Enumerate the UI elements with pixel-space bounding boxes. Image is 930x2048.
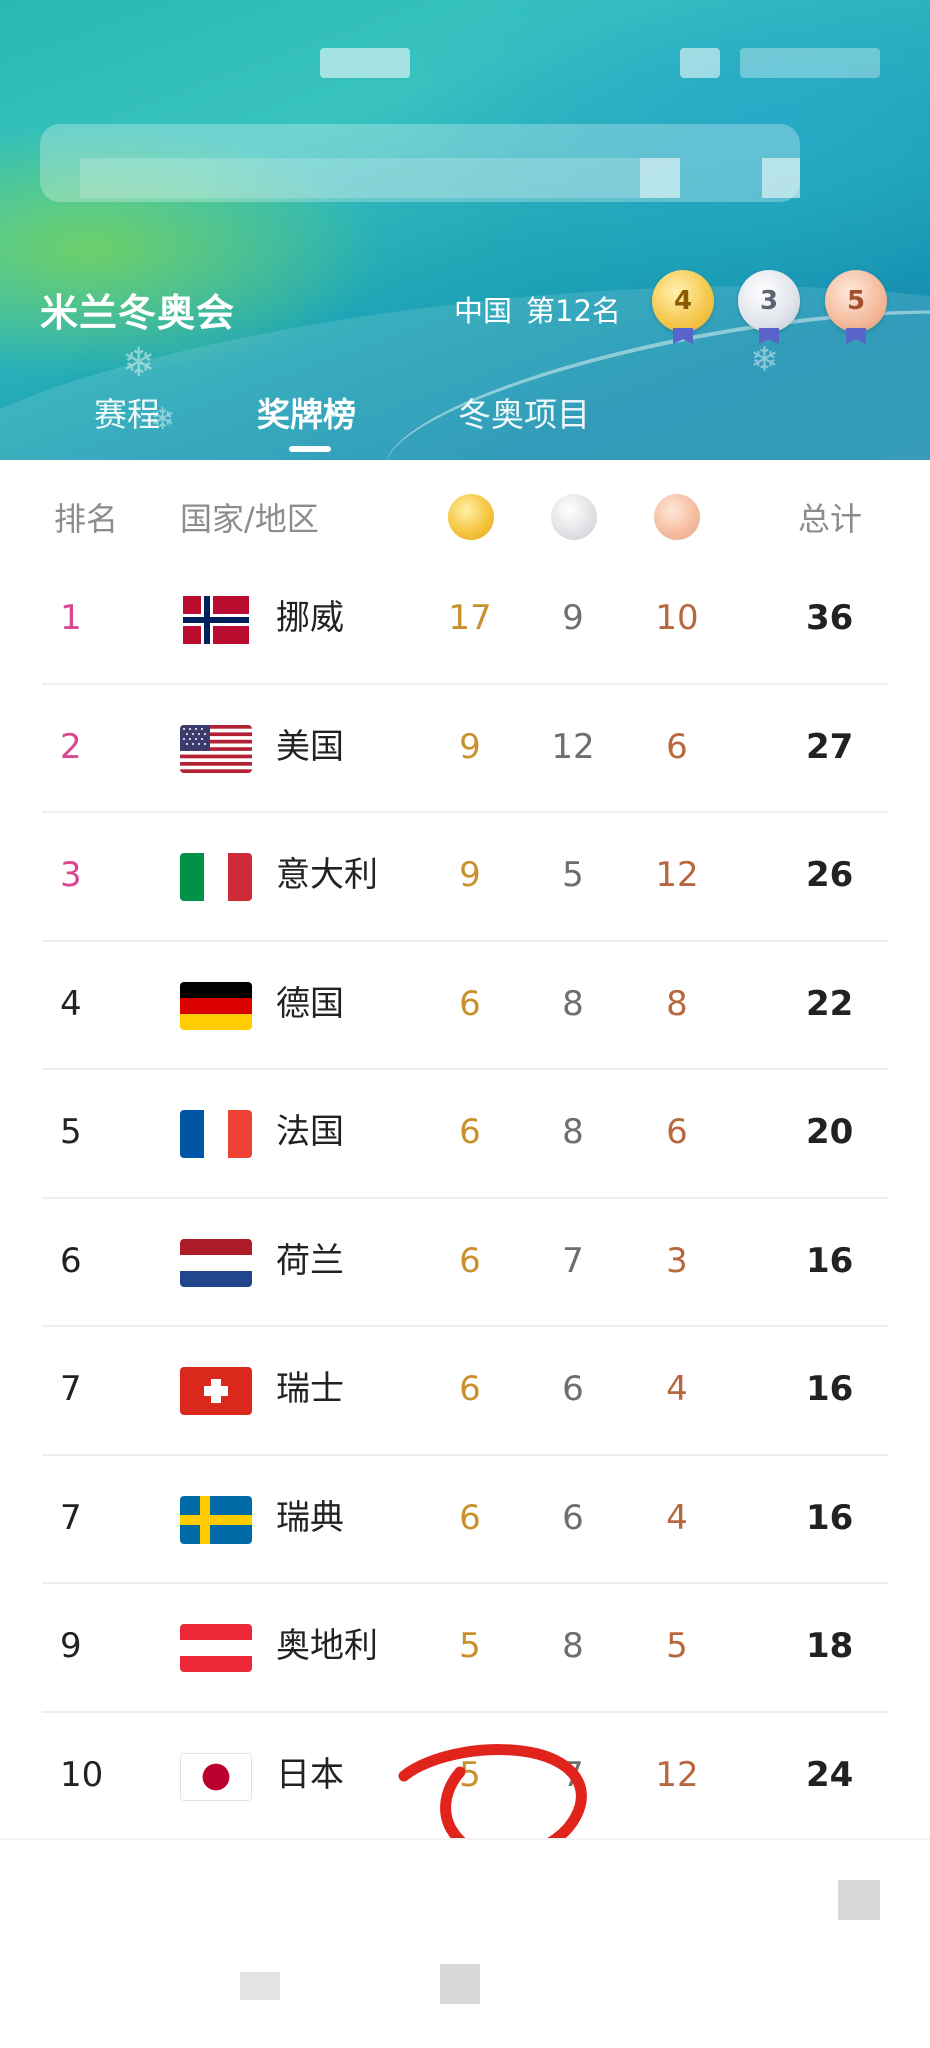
column-total: 总计 [798, 500, 863, 538]
sweden-flag-icon [180, 1495, 252, 1544]
total-count: 27 [806, 726, 854, 767]
country-name: 瑞士 [276, 1369, 344, 1409]
country-name: 法国 [276, 1112, 344, 1152]
table-row[interactable]: 5 法国 6 8 6 20 [0, 1070, 930, 1199]
rank-cell: 2 [60, 726, 82, 767]
gold-medal-icon [448, 494, 494, 540]
column-country: 国家/地区 [180, 500, 319, 538]
blurred-nav-icon[interactable] [440, 1964, 480, 2004]
country-rank: 第12名 [526, 294, 621, 328]
china-rank-summary[interactable]: 中国 第12名 [454, 288, 621, 330]
table-header: 排名 国家/地区 总计 [0, 480, 930, 550]
search-bar-blur [80, 158, 640, 198]
total-count: 24 [806, 1754, 854, 1795]
country-name: 意大利 [276, 855, 378, 895]
silver-medal-badge[interactable]: 3 [738, 270, 800, 332]
tab-bar: 赛程 奖牌榜 冬奥项目 [0, 388, 930, 448]
table-row[interactable]: 7 瑞典 6 6 4 16 [0, 1456, 930, 1585]
gold-count: 4 [673, 286, 693, 316]
bronze-medal-badge[interactable]: 5 [825, 270, 887, 332]
country-name: 奥地利 [276, 1626, 378, 1666]
rank-cell: 5 [60, 1112, 82, 1152]
country-name: 荷兰 [276, 1240, 344, 1281]
medal-table: 1 挪威 17 9 10 36 2 美国 9 12 6 27 3 意大利 9 5… [0, 556, 930, 1841]
country-name: 德国 [276, 983, 344, 1024]
silver-count: 3 [759, 286, 779, 316]
tab-schedule[interactable]: 赛程 [94, 388, 160, 436]
country-name: 瑞典 [276, 1497, 344, 1538]
total-count: 18 [806, 1626, 854, 1666]
search-bar-blur [640, 158, 680, 198]
search-bar-blur [762, 158, 800, 198]
total-count: 26 [806, 855, 854, 895]
table-row[interactable]: 9 奥地利 5 8 5 18 [0, 1584, 930, 1713]
total-count: 36 [806, 598, 854, 638]
country-name: 日本 [276, 1754, 344, 1795]
snowflake-icon: ❄ [750, 340, 779, 380]
gold-medal-badge[interactable]: 4 [652, 270, 714, 332]
italy-flag-icon [180, 853, 252, 901]
rank-cell: 1 [60, 598, 82, 638]
austria-flag-icon [180, 1624, 252, 1672]
country-name: 美国 [276, 726, 344, 767]
rank-cell: 7 [60, 1369, 82, 1409]
table-row[interactable]: 3 意大利 9 5 12 26 [0, 813, 930, 942]
france-flag-icon [180, 1110, 252, 1158]
bronze-medal-icon [654, 494, 700, 540]
page-title: 米兰冬奥会 [40, 291, 236, 335]
country-name: 挪威 [276, 598, 344, 638]
total-count: 22 [806, 983, 854, 1024]
table-row[interactable]: 10 日本 5 7 12 24 [0, 1713, 930, 1842]
table-row[interactable]: 4 德国 6 8 8 22 [0, 942, 930, 1071]
japan-flag-icon [180, 1752, 252, 1801]
total-count: 20 [806, 1112, 854, 1152]
bottom-navigation [0, 1838, 930, 2048]
rank-cell: 3 [60, 855, 82, 895]
rank-cell: 10 [60, 1754, 104, 1795]
status-bar-blur [680, 48, 720, 78]
rank-cell: 7 [60, 1497, 82, 1538]
total-count: 16 [806, 1240, 854, 1281]
switzerland-flag-icon [180, 1367, 252, 1415]
table-row[interactable]: 6 荷兰 6 7 3 16 [0, 1199, 930, 1328]
status-bar-blur [320, 48, 410, 78]
blurred-nav-icon[interactable] [240, 1972, 280, 2000]
header-banner: ❄ ❄ ❄ 米兰冬奥会 中国 第12名 4 3 5 赛程 奖牌榜 冬奥项目 [0, 0, 930, 460]
tab-medal-table[interactable]: 奖牌榜 [257, 388, 356, 436]
rank-cell: 9 [60, 1626, 82, 1666]
active-tab-indicator [289, 446, 331, 452]
status-bar-blur [740, 48, 880, 78]
table-row[interactable]: 1 挪威 17 9 10 36 [0, 556, 930, 685]
germany-flag-icon [180, 981, 252, 1030]
silver-medal-icon [551, 494, 597, 540]
rank-cell: 4 [60, 983, 82, 1024]
column-rank: 排名 [54, 500, 119, 538]
bronze-count: 5 [846, 286, 866, 316]
rank-cell: 6 [60, 1240, 82, 1281]
total-count: 16 [806, 1369, 854, 1409]
tab-winter-sports[interactable]: 冬奥项目 [458, 388, 590, 436]
table-row[interactable]: 7 瑞士 6 6 4 16 [0, 1327, 930, 1456]
blurred-nav-icon[interactable] [838, 1880, 880, 1920]
norway-flag-icon [180, 596, 252, 644]
netherlands-flag-icon [180, 1238, 252, 1287]
country-label: 中国 [454, 294, 513, 328]
table-row[interactable]: 2 美国 9 12 6 27 [0, 685, 930, 814]
usa-flag-icon [180, 724, 252, 773]
snowflake-icon: ❄ [122, 340, 156, 386]
total-count: 16 [806, 1497, 854, 1538]
